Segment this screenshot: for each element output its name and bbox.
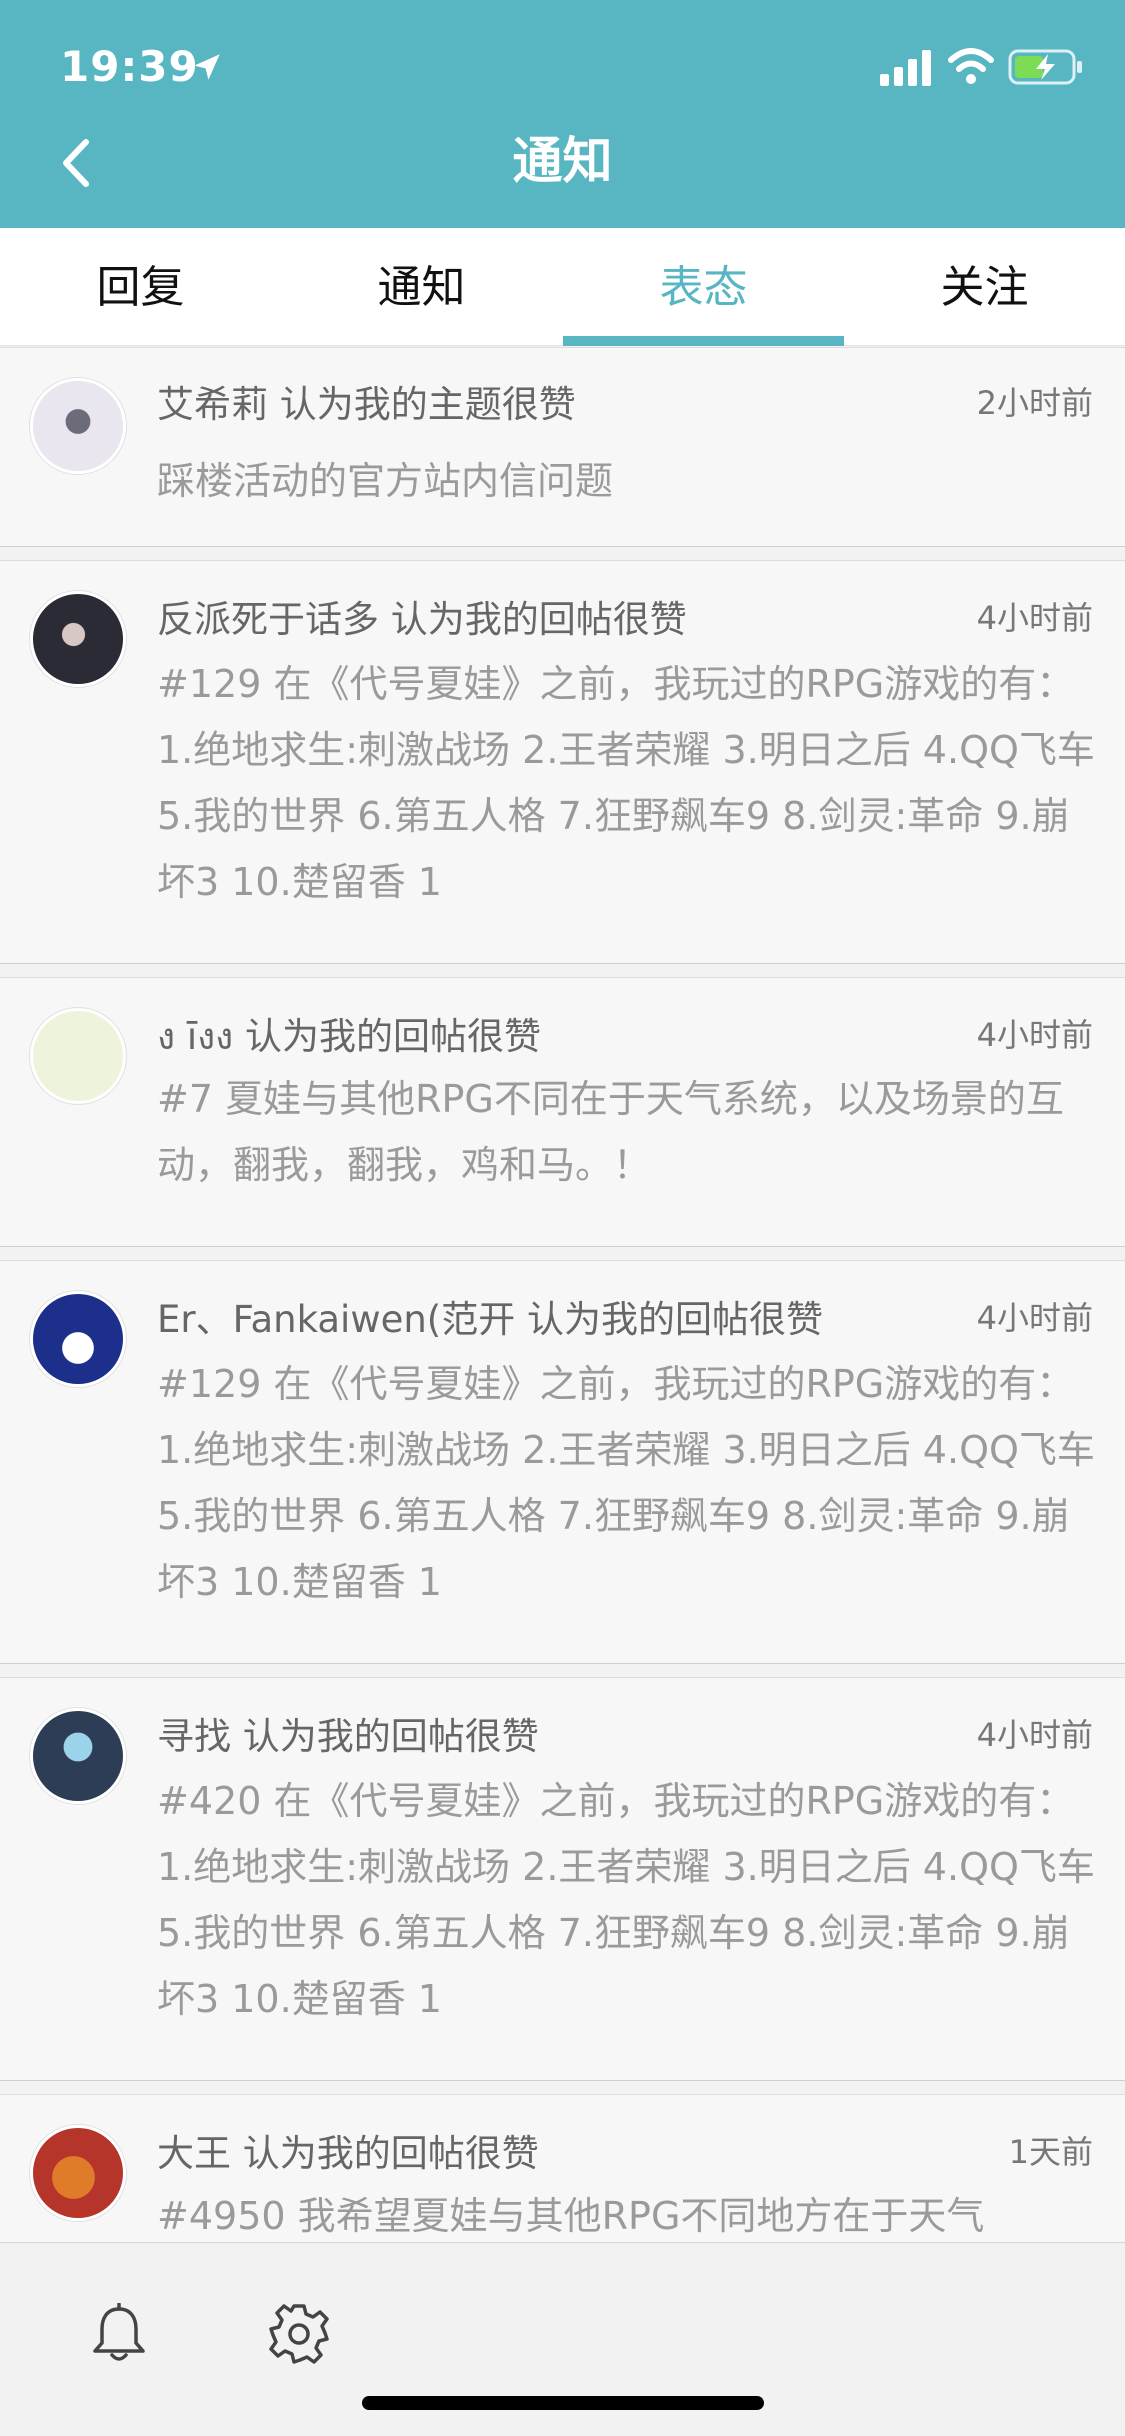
notification-time: 4小时前 xyxy=(976,1716,1093,1754)
notification-title: ง īงง 认为我的回帖很赞 xyxy=(157,1015,542,1058)
avatar[interactable] xyxy=(30,1008,126,1104)
notification-time: 2小时前 xyxy=(976,384,1093,422)
active-tab-indicator xyxy=(563,336,844,346)
avatar[interactable] xyxy=(30,1708,126,1804)
notification-item[interactable]: Er、Fankaiwen(范开 认为我的回帖很赞 4小时前 #129 在《代号夏… xyxy=(0,1260,1125,1664)
cellular-signal-icon xyxy=(880,50,931,86)
notification-time: 1天前 xyxy=(1008,2133,1093,2171)
notification-body: #420 在《代号夏娃》之前，我玩过的RPG游戏的有： 1.绝地求生:刺激战场 … xyxy=(157,1779,1095,2021)
avatar[interactable] xyxy=(30,378,126,474)
notification-list: 艾希莉 认为我的主题很赞 2小时前 踩楼活动的官方站内信问题 反派死于话多 认为… xyxy=(0,347,1125,2242)
notification-item[interactable]: 反派死于话多 认为我的回帖很赞 4小时前 #129 在《代号夏娃》之前，我玩过的… xyxy=(0,560,1125,964)
app-header: 19:39 通知 xyxy=(0,0,1125,228)
battery-charging-icon xyxy=(1008,49,1082,85)
notification-time: 4小时前 xyxy=(976,599,1093,637)
status-bar: 19:39 xyxy=(0,0,1125,120)
avatar[interactable] xyxy=(30,591,126,687)
bell-icon[interactable] xyxy=(90,2303,148,2365)
notification-title: Er、Fankaiwen(范开 认为我的回帖很赞 xyxy=(157,1298,823,1341)
notification-item[interactable]: ง īงง 认为我的回帖很赞 4小时前 #7 夏娃与其他RPG不同在于天气系统，… xyxy=(0,977,1125,1247)
avatar[interactable] xyxy=(30,1291,126,1387)
notification-item[interactable]: 大王 认为我的回帖很赞 1天前 #4950 我希望夏娃与其他RPG不同地方在于天… xyxy=(0,2094,1125,2242)
tab-replies[interactable]: 回复 xyxy=(0,228,281,346)
notification-body: 踩楼活动的官方站内信问题 xyxy=(157,459,614,503)
wifi-icon xyxy=(948,48,994,84)
notification-body: #129 在《代号夏娃》之前，我玩过的RPG游戏的有： 1.绝地求生:刺激战场 … xyxy=(157,1362,1095,1604)
home-indicator xyxy=(362,2396,764,2410)
notification-title: 寻找 认为我的回帖很赞 xyxy=(157,1715,539,1758)
tab-notifications[interactable]: 通知 xyxy=(281,228,562,346)
notification-time: 4小时前 xyxy=(976,1299,1093,1337)
status-time: 19:39 xyxy=(60,42,199,91)
notification-body: #4950 我希望夏娃与其他RPG不同地方在于天气 xyxy=(157,2194,985,2238)
gear-icon[interactable] xyxy=(268,2303,330,2365)
notification-title: 艾希莉 认为我的主题很赞 xyxy=(157,383,576,426)
location-arrow-icon xyxy=(194,54,220,80)
tab-following[interactable]: 关注 xyxy=(844,228,1125,346)
page-title: 通知 xyxy=(512,132,613,190)
notification-body: #7 夏娃与其他RPG不同在于天气系统，以及场景的互动，翻我，翻我，鸡和马。！ xyxy=(157,1077,1064,1187)
notification-title: 反派死于话多 认为我的回帖很赞 xyxy=(157,598,687,641)
notification-item[interactable]: 艾希莉 认为我的主题很赞 2小时前 踩楼活动的官方站内信问题 xyxy=(0,347,1125,547)
tab-reactions[interactable]: 表态 xyxy=(563,228,844,346)
notification-title: 大王 认为我的回帖很赞 xyxy=(157,2132,539,2175)
avatar[interactable] xyxy=(30,2125,126,2221)
tab-bar: 回复 通知 表态 关注 xyxy=(0,228,1125,346)
notification-body: #129 在《代号夏娃》之前，我玩过的RPG游戏的有： 1.绝地求生:刺激战场 … xyxy=(157,662,1095,904)
notification-item[interactable]: 寻找 认为我的回帖很赞 4小时前 #420 在《代号夏娃》之前，我玩过的RPG游… xyxy=(0,1677,1125,2081)
notification-time: 4小时前 xyxy=(976,1016,1093,1054)
